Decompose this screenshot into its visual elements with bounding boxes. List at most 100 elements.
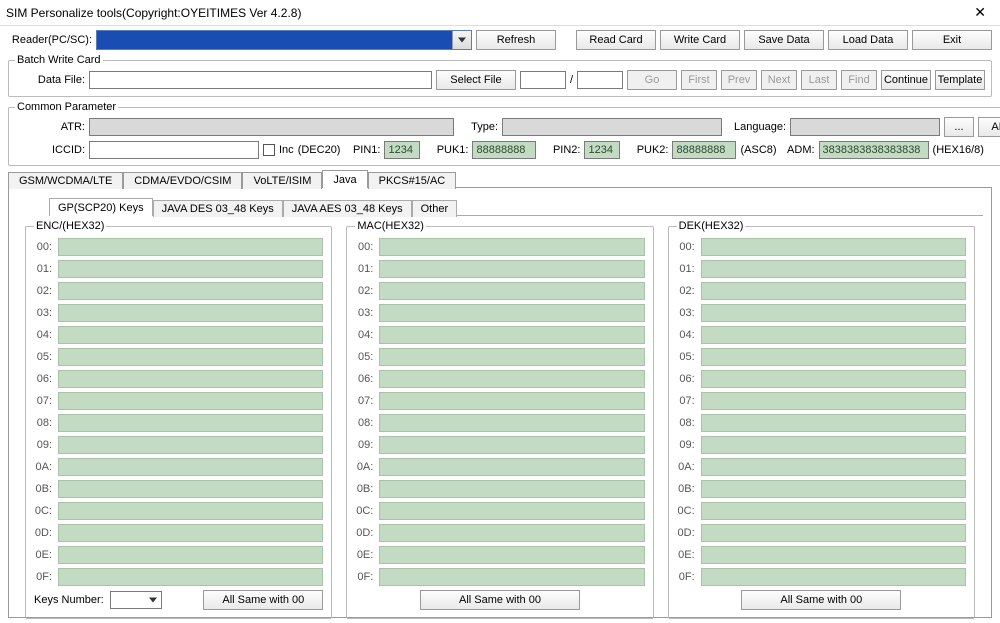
dek-input-11[interactable]: [701, 480, 966, 498]
template-button[interactable]: Template: [935, 70, 985, 90]
mac-input-1[interactable]: [379, 260, 644, 278]
adm-input[interactable]: [819, 141, 929, 159]
mac-input-6[interactable]: [379, 370, 644, 388]
dek-input-10[interactable]: [701, 458, 966, 476]
read-card-button[interactable]: Read Card: [576, 30, 656, 50]
mac-input-11[interactable]: [379, 480, 644, 498]
mac-input-8[interactable]: [379, 414, 644, 432]
atr-input[interactable]: [89, 118, 454, 136]
mac-all-same-button[interactable]: All Same with 00: [420, 590, 580, 610]
dek-input-3[interactable]: [701, 304, 966, 322]
tab-java[interactable]: Java: [322, 170, 367, 188]
load-data-button[interactable]: Load Data: [828, 30, 908, 50]
dek-input-12[interactable]: [701, 502, 966, 520]
language-input[interactable]: [790, 118, 940, 136]
pin1-input[interactable]: [384, 141, 420, 159]
enc-input-14[interactable]: [58, 546, 323, 564]
mac-input-0[interactable]: [379, 238, 644, 256]
enc-input-11[interactable]: [58, 480, 323, 498]
data-file-input[interactable]: [89, 71, 432, 89]
enc-all-same-button[interactable]: All Same with 00: [203, 590, 323, 610]
keys-number-combo[interactable]: [110, 591, 162, 609]
mac-input-7[interactable]: [379, 392, 644, 410]
tab-gsm-wcdma-lte[interactable]: GSM/WCDMA/LTE: [8, 172, 123, 189]
dek-input-0[interactable]: [701, 238, 966, 256]
mac-input-4[interactable]: [379, 326, 644, 344]
enc-input-4[interactable]: [58, 326, 323, 344]
dek-input-5[interactable]: [701, 348, 966, 366]
close-icon[interactable]: ✕: [968, 4, 992, 21]
keytab-gp-scp20-keys[interactable]: GP(SCP20) Keys: [49, 198, 153, 216]
write-card-button[interactable]: Write Card: [660, 30, 740, 50]
first-button[interactable]: First: [681, 70, 717, 90]
tab-volte-isim[interactable]: VoLTE/ISIM: [242, 172, 322, 189]
adn-button[interactable]: ADN: [978, 117, 1000, 137]
dek-input-7[interactable]: [701, 392, 966, 410]
last-button[interactable]: Last: [801, 70, 837, 90]
keytab-java-des-03-48-keys[interactable]: JAVA DES 03_48 Keys: [153, 200, 283, 217]
enc-input-13[interactable]: [58, 524, 323, 542]
enc-row-3: 03:: [34, 304, 323, 322]
atr-label: ATR:: [15, 121, 85, 133]
exit-button[interactable]: Exit: [912, 30, 992, 50]
keytab-other[interactable]: Other: [412, 200, 458, 217]
iccid-input[interactable]: [89, 141, 259, 159]
dek-input-15[interactable]: [701, 568, 966, 586]
enc-input-8[interactable]: [58, 414, 323, 432]
tab-cdma-evdo-csim[interactable]: CDMA/EVDO/CSIM: [123, 172, 242, 189]
puk2-input[interactable]: [672, 141, 736, 159]
refresh-button[interactable]: Refresh: [476, 30, 556, 50]
enc-row-label: 00:: [34, 241, 52, 253]
type-input[interactable]: [502, 118, 722, 136]
dek-input-2[interactable]: [701, 282, 966, 300]
mac-input-2[interactable]: [379, 282, 644, 300]
enc-input-7[interactable]: [58, 392, 323, 410]
find-button[interactable]: Find: [841, 70, 877, 90]
inc-checkbox[interactable]: [263, 144, 275, 156]
prev-button[interactable]: Prev: [721, 70, 757, 90]
enc-input-9[interactable]: [58, 436, 323, 454]
dek-input-6[interactable]: [701, 370, 966, 388]
continue-button[interactable]: Continue: [881, 70, 931, 90]
page-total-input[interactable]: [577, 71, 623, 89]
dek-all-same-button[interactable]: All Same with 00: [741, 590, 901, 610]
mac-input-5[interactable]: [379, 348, 644, 366]
mac-input-10[interactable]: [379, 458, 644, 476]
next-button[interactable]: Next: [761, 70, 797, 90]
save-data-button[interactable]: Save Data: [744, 30, 824, 50]
mac-input-3[interactable]: [379, 304, 644, 322]
enc-input-5[interactable]: [58, 348, 323, 366]
mac-input-9[interactable]: [379, 436, 644, 454]
language-button[interactable]: ...: [944, 117, 974, 137]
dek-input-14[interactable]: [701, 546, 966, 564]
dek-row-label: 05:: [677, 351, 695, 363]
dek-input-1[interactable]: [701, 260, 966, 278]
reader-combo[interactable]: [96, 30, 472, 50]
page-current-input[interactable]: [520, 71, 566, 89]
mac-input-12[interactable]: [379, 502, 644, 520]
enc-input-1[interactable]: [58, 260, 323, 278]
dek-input-13[interactable]: [701, 524, 966, 542]
mac-input-13[interactable]: [379, 524, 644, 542]
mac-input-15[interactable]: [379, 568, 644, 586]
enc-input-15[interactable]: [58, 568, 323, 586]
keytab-java-aes-03-48-keys[interactable]: JAVA AES 03_48 Keys: [283, 200, 412, 217]
dek-row-8: 08:: [677, 414, 966, 432]
enc-input-6[interactable]: [58, 370, 323, 388]
enc-input-10[interactable]: [58, 458, 323, 476]
dec20-label: (DEC20): [298, 144, 341, 156]
select-file-button[interactable]: Select File: [436, 70, 516, 90]
enc-input-12[interactable]: [58, 502, 323, 520]
go-button[interactable]: Go: [627, 70, 677, 90]
puk1-input[interactable]: [472, 141, 536, 159]
enc-input-3[interactable]: [58, 304, 323, 322]
enc-input-2[interactable]: [58, 282, 323, 300]
mac-row-label: 0A:: [355, 461, 373, 473]
tab-pkcs-15-ac[interactable]: PKCS#15/AC: [368, 172, 457, 189]
dek-input-9[interactable]: [701, 436, 966, 454]
enc-input-0[interactable]: [58, 238, 323, 256]
pin2-input[interactable]: [584, 141, 620, 159]
dek-input-4[interactable]: [701, 326, 966, 344]
dek-input-8[interactable]: [701, 414, 966, 432]
mac-input-14[interactable]: [379, 546, 644, 564]
